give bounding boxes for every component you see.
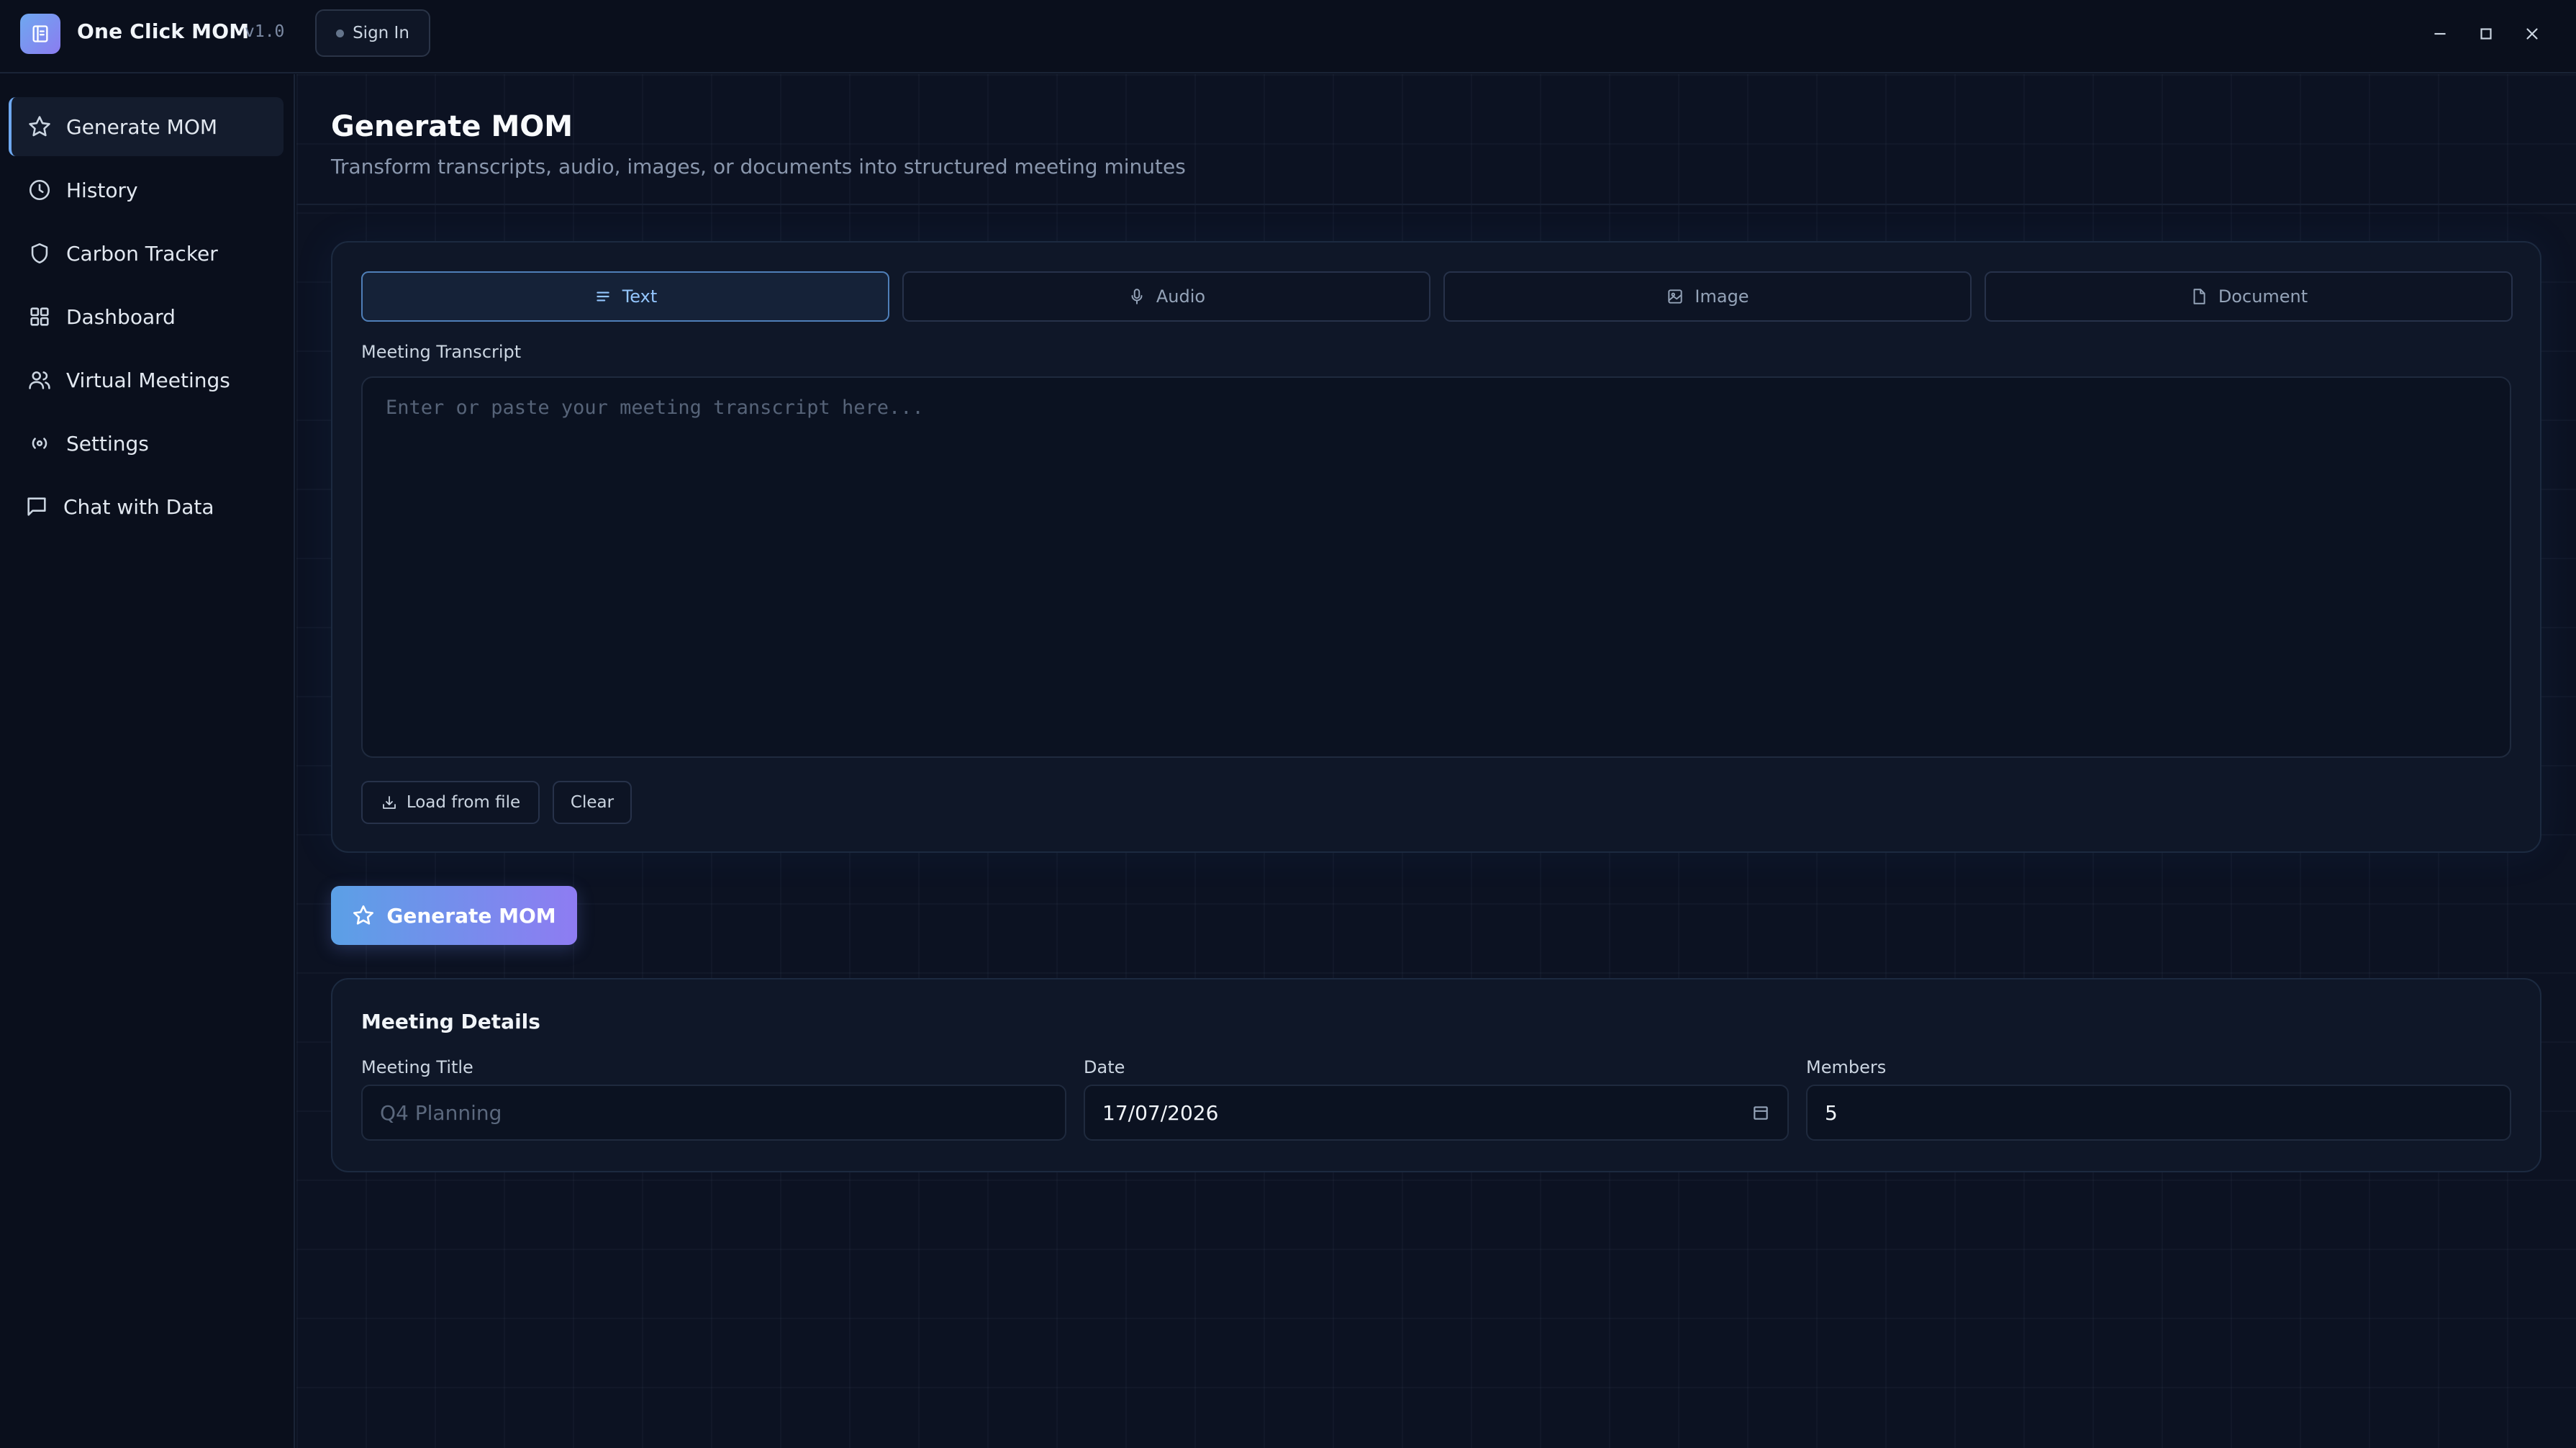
tab-audio[interactable]: Audio [902, 271, 1430, 322]
sidebar-item-label: Virtual Meetings [66, 368, 230, 392]
members-label: Members [1806, 1057, 1887, 1077]
star-icon [27, 114, 52, 139]
image-icon [1668, 289, 1683, 304]
calendar-icon[interactable] [1750, 1102, 1772, 1123]
sidebar-item-label: Generate MOM [66, 114, 218, 139]
sidebar-item-label: Carbon Tracker [66, 241, 218, 266]
generate-mom-button[interactable]: Generate MOM [331, 886, 577, 945]
input-card: Text Audio Image Document Meeting Transc… [331, 241, 2541, 853]
app-title: One Click MOM [77, 19, 250, 43]
load-from-file-label: Load from file [406, 793, 521, 812]
title-bar: One Click MOM v1.0 Sign In [0, 0, 2576, 73]
maximize-button[interactable] [2468, 16, 2504, 52]
members-input[interactable] [1806, 1085, 2511, 1141]
grid-icon [27, 304, 52, 329]
input-type-tabs: Text Audio Image Document [361, 271, 2513, 322]
book-icon [32, 25, 48, 42]
sidebar-item-settings[interactable]: Settings [9, 414, 284, 473]
date-label: Date [1084, 1057, 1125, 1077]
file-icon [2193, 289, 2205, 304]
sign-in-label: Sign In [353, 24, 409, 42]
app-logo [20, 14, 60, 54]
shield-icon [27, 241, 52, 266]
transcript-label: Meeting Transcript [361, 342, 522, 362]
sidebar-item-history[interactable]: History [9, 160, 284, 220]
broadcast-icon [27, 431, 52, 456]
transcript-textarea[interactable] [361, 376, 2511, 758]
page-title: Generate MOM [331, 110, 573, 143]
tab-label: Text [622, 286, 658, 307]
sidebar-item-label: History [66, 178, 138, 202]
sidebar-item-carbon-tracker[interactable]: Carbon Tracker [9, 224, 284, 283]
sidebar-item-label: Chat with Data [63, 494, 214, 519]
clear-button[interactable]: Clear [553, 781, 632, 824]
sidebar-item-dashboard[interactable]: Dashboard [9, 287, 284, 346]
clock-icon [27, 178, 52, 202]
close-icon [2526, 28, 2538, 40]
header-divider [296, 204, 2576, 205]
page-subtitle: Transform transcripts, audio, images, or… [331, 155, 1186, 178]
sidebar-item-label: Dashboard [66, 304, 176, 329]
meeting-details-card: Meeting Details Meeting Title Date Membe… [331, 978, 2541, 1172]
tab-document[interactable]: Document [1985, 271, 2513, 322]
meeting-details-heading: Meeting Details [361, 1010, 540, 1033]
tab-label: Audio [1156, 286, 1206, 307]
sidebar-item-generate-mom[interactable]: Generate MOM [9, 97, 284, 156]
meeting-title-label: Meeting Title [361, 1057, 473, 1077]
maximize-icon [2480, 28, 2492, 40]
tab-label: Image [1695, 286, 1749, 307]
app-version: v1.0 [245, 22, 285, 41]
microphone-icon [1131, 289, 1143, 304]
sign-in-button[interactable]: Sign In [315, 9, 430, 57]
tab-label: Document [2218, 286, 2308, 307]
minimize-icon [2434, 32, 2446, 35]
message-square-icon [24, 494, 49, 519]
sidebar: Generate MOM History Carbon Tracker Dash… [0, 74, 295, 1448]
star-icon [353, 905, 374, 925]
date-input[interactable] [1084, 1085, 1789, 1141]
sidebar-item-chat-with-data[interactable]: Chat with Data [9, 477, 284, 536]
sidebar-item-virtual-meetings[interactable]: Virtual Meetings [9, 350, 284, 409]
tab-text[interactable]: Text [361, 271, 889, 322]
minimize-button[interactable] [2422, 16, 2458, 52]
status-dot-icon [336, 29, 345, 37]
clear-label: Clear [570, 793, 614, 812]
download-icon [382, 796, 396, 809]
close-button[interactable] [2514, 16, 2550, 52]
app-window: One Click MOM v1.0 Sign In Generate MOM [0, 0, 2576, 1448]
load-from-file-button[interactable]: Load from file [361, 781, 540, 824]
sidebar-item-label: Settings [66, 431, 149, 456]
text-lines-icon [597, 291, 609, 302]
generate-mom-label: Generate MOM [386, 903, 556, 928]
main-content: Generate MOM Transform transcripts, audi… [296, 74, 2576, 1448]
meeting-title-input[interactable] [361, 1085, 1066, 1141]
users-icon [27, 368, 52, 392]
tab-image[interactable]: Image [1443, 271, 1972, 322]
